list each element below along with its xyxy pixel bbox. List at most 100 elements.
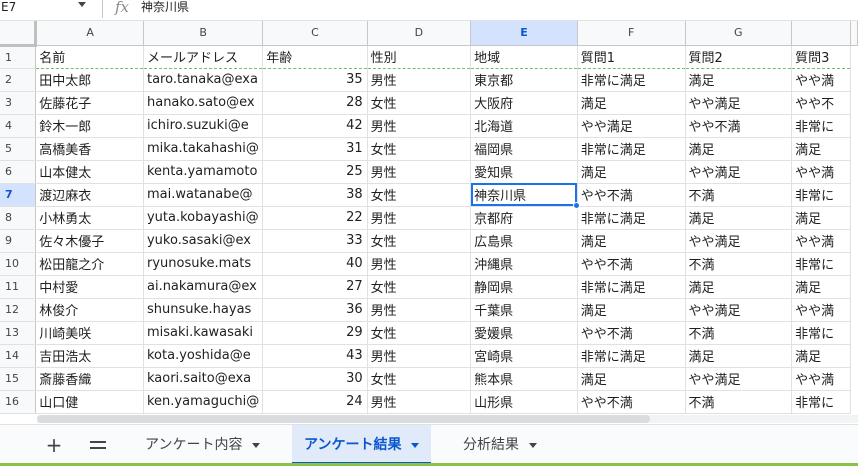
cell-g15[interactable]: やや満足	[685, 367, 793, 391]
cell-a9[interactable]: 佐々木優子	[35, 229, 144, 253]
column-header-next[interactable]	[791, 21, 851, 46]
cell-c14[interactable]: 43	[262, 344, 368, 368]
cell-g11[interactable]: 満足	[685, 275, 793, 299]
chevron-down-icon[interactable]	[529, 442, 537, 448]
row-header-11[interactable]: 11	[0, 275, 37, 299]
sheet-tab-survey-content[interactable]: アンケート内容	[133, 425, 272, 465]
name-box[interactable]: E7	[0, 0, 98, 20]
cell-b5[interactable]: mika.takahashi@	[143, 137, 264, 161]
cell-d12[interactable]: 男性	[367, 298, 472, 322]
cell-e6[interactable]: 愛知県	[470, 160, 578, 184]
cell-b14[interactable]: kota.yoshida@e	[143, 344, 264, 368]
cell-c7[interactable]: 38	[262, 183, 368, 207]
column-header-d[interactable]: D	[367, 21, 472, 46]
row-header-4[interactable]: 4	[0, 114, 37, 138]
cell-b11[interactable]: ai.nakamura@ex	[143, 275, 264, 299]
column-header-a[interactable]: A	[35, 21, 144, 46]
row-header-8[interactable]: 8	[0, 206, 37, 230]
name-box-dropdown-icon[interactable]	[78, 2, 86, 7]
cell-e3[interactable]: 大阪府	[470, 91, 578, 115]
cell-b2[interactable]: taro.tanaka@exa	[143, 68, 264, 92]
cell-b10[interactable]: ryunosuke.mats	[143, 252, 264, 276]
cell-c12[interactable]: 36	[262, 298, 368, 322]
cell-a14[interactable]: 吉田浩太	[35, 344, 144, 368]
cell-c16[interactable]: 24	[262, 390, 368, 414]
cell-b15[interactable]: kaori.saito@exa	[143, 367, 264, 391]
cell-d2[interactable]: 男性	[367, 68, 472, 92]
cell-e2[interactable]: 東京都	[470, 68, 578, 92]
cell-a10[interactable]: 松田龍之介	[35, 252, 144, 276]
cell-g3[interactable]: やや満足	[685, 91, 793, 115]
cell-c2[interactable]: 35	[262, 68, 368, 92]
row-header-15[interactable]: 15	[0, 367, 37, 391]
row-header-1[interactable]: 1	[0, 45, 37, 69]
cell-a4[interactable]: 鈴木一郎	[35, 114, 144, 138]
cell-b12[interactable]: shunsuke.hayas	[143, 298, 264, 322]
cell-a16[interactable]: 山口健	[35, 390, 144, 414]
cell-a8[interactable]: 小林勇太	[35, 206, 144, 230]
cell-a7[interactable]: 渡辺麻衣	[35, 183, 144, 207]
cell-d10[interactable]: 男性	[367, 252, 472, 276]
row-header-13[interactable]: 13	[0, 321, 37, 345]
horizontal-scrollbar[interactable]	[0, 414, 858, 424]
cell-c11[interactable]: 27	[262, 275, 368, 299]
cell-d3[interactable]: 女性	[367, 91, 472, 115]
cell-c4[interactable]: 42	[262, 114, 368, 138]
cell-d13[interactable]: 女性	[367, 321, 472, 345]
row-header-2[interactable]: 2	[0, 68, 37, 92]
cell-f5[interactable]: 非常に満足	[577, 137, 686, 161]
cell-e15[interactable]: 熊本県	[470, 367, 578, 391]
formula-input[interactable]: 神奈川県	[141, 0, 189, 14]
column-header-f[interactable]: F	[577, 21, 686, 46]
cell-g6[interactable]: やや満足	[685, 160, 793, 184]
row-header-10[interactable]: 10	[0, 252, 37, 276]
cell-c13[interactable]: 29	[262, 321, 368, 345]
select-all-corner[interactable]	[0, 21, 38, 47]
row-header-9[interactable]: 9	[0, 229, 37, 253]
cell-f6[interactable]: 満足	[577, 160, 686, 184]
cell-e5[interactable]: 福岡県	[470, 137, 578, 161]
cell-c1[interactable]: 年齢	[262, 45, 368, 69]
cell-d9[interactable]: 女性	[367, 229, 472, 253]
cell-f16[interactable]: やや不満	[577, 390, 686, 414]
scrollbar-thumb[interactable]	[37, 415, 650, 423]
cell-a1[interactable]: 名前	[35, 45, 144, 69]
column-header-g[interactable]: G	[685, 21, 793, 46]
cell-d15[interactable]: 女性	[367, 367, 472, 391]
cell-f12[interactable]: 満足	[577, 298, 686, 322]
cell-c8[interactable]: 22	[262, 206, 368, 230]
cell-f9[interactable]: 満足	[577, 229, 686, 253]
cell-h16[interactable]: 非常に	[791, 390, 851, 414]
cell-h7[interactable]: 非常に	[791, 183, 851, 207]
cell-g10[interactable]: 不満	[685, 252, 793, 276]
row-header-5[interactable]: 5	[0, 137, 37, 161]
cell-d7[interactable]: 女性	[367, 183, 472, 207]
row-header-12[interactable]: 12	[0, 298, 37, 322]
sheet-tab-analysis-results[interactable]: 分析結果	[451, 425, 549, 465]
row-header-6[interactable]: 6	[0, 160, 37, 184]
cell-a11[interactable]: 中村愛	[35, 275, 144, 299]
cell-e14[interactable]: 宮崎県	[470, 344, 578, 368]
cell-g1[interactable]: 質問2	[685, 45, 793, 69]
cell-d16[interactable]: 男性	[367, 390, 472, 414]
cell-h12[interactable]: やや満	[791, 298, 851, 322]
cell-f10[interactable]: やや不満	[577, 252, 686, 276]
cell-d14[interactable]: 男性	[367, 344, 472, 368]
cell-d6[interactable]: 男性	[367, 160, 472, 184]
cell-h5[interactable]: 満足	[791, 137, 851, 161]
cell-h9[interactable]: やや満	[791, 229, 851, 253]
cell-h15[interactable]: やや満	[791, 367, 851, 391]
cell-h6[interactable]: やや満	[791, 160, 851, 184]
cell-c3[interactable]: 28	[262, 91, 368, 115]
cell-e16[interactable]: 山形県	[470, 390, 578, 414]
cell-b16[interactable]: ken.yamaguchi@	[143, 390, 264, 414]
row-header-7[interactable]: 7	[0, 183, 37, 207]
cell-e1[interactable]: 地域	[470, 45, 578, 69]
cell-a13[interactable]: 川崎美咲	[35, 321, 144, 345]
cell-b8[interactable]: yuta.kobayashi@	[143, 206, 264, 230]
cell-d4[interactable]: 男性	[367, 114, 472, 138]
cell-g7[interactable]: 不満	[685, 183, 793, 207]
cell-c6[interactable]: 25	[262, 160, 368, 184]
cell-f14[interactable]: 非常に満足	[577, 344, 686, 368]
cell-g8[interactable]: 満足	[685, 206, 793, 230]
